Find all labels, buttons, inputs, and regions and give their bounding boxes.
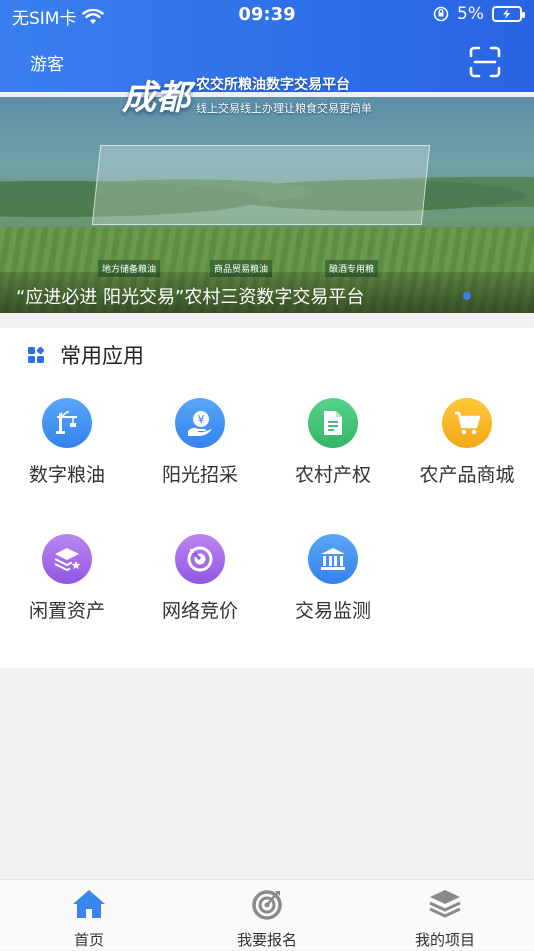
crane-icon [42, 398, 92, 448]
bottom-tab-bar: 首页 我要报名 我的项目 [0, 879, 534, 950]
app-label: 阳光招采 [161, 464, 238, 486]
tab-label: 首页 [73, 931, 104, 949]
banner-city: 成都 [122, 78, 190, 118]
tab-label: 我要报名 [236, 931, 297, 949]
grid-icon [28, 347, 44, 363]
battery-percent: 5% [457, 4, 484, 24]
app-sunshine-procurement[interactable]: ¥ 阳光招采 [133, 398, 267, 487]
banner-subtitle: 农交所粮油数字交易平台 [196, 77, 350, 93]
target-icon [252, 890, 282, 920]
app-label: 闲置资产 [28, 600, 105, 622]
banner-tagline: 线上交易线上办理让粮食交易更简单 [196, 102, 372, 115]
tab-label: 我的项目 [414, 931, 475, 949]
scan-icon[interactable] [469, 46, 501, 78]
battery-icon [492, 6, 525, 22]
tab-signup[interactable]: 我要报名 [178, 880, 356, 951]
tab-my-projects[interactable]: 我的项目 [356, 880, 534, 951]
banner-panel [91, 145, 431, 225]
app-rural-property[interactable]: 农村产权 [266, 398, 400, 487]
section-title: 常用应用 [60, 344, 144, 368]
carousel-indicator[interactable] [463, 292, 471, 300]
app-label: 农产品商城 [419, 464, 515, 486]
app-online-bidding[interactable]: 网络竞价 [133, 534, 267, 623]
app-label: 交易监测 [294, 600, 371, 622]
document-icon [308, 398, 358, 448]
app-label: 数字粮油 [28, 464, 105, 486]
status-right: 5% [433, 4, 525, 24]
money-hand-icon: ¥ [175, 398, 225, 448]
layers-star-icon [42, 534, 92, 584]
status-bar: 无SIM卡 09:39 5% [0, 0, 534, 30]
app-trade-monitoring[interactable]: 交易监测 [266, 534, 400, 623]
app-label: 网络竞价 [161, 600, 238, 622]
tab-home[interactable]: 首页 [0, 880, 178, 951]
common-apps-section: 常用应用 数字粮油 ¥ 阳光招采 农村产权 农产品商城 闲置资产 网络竞价 交易… [0, 328, 534, 668]
layers-icon [429, 890, 461, 918]
app-digital-grain[interactable]: 数字粮油 [0, 398, 134, 487]
cart-icon [442, 398, 492, 448]
target-icon [175, 534, 225, 584]
home-icon [73, 890, 105, 918]
app-idle-assets[interactable]: 闲置资产 [0, 534, 134, 623]
app-farm-mall[interactable]: 农产品商城 [400, 398, 534, 487]
svg-text:¥: ¥ [198, 413, 205, 426]
guest-login-link[interactable]: 游客 [30, 50, 64, 75]
bank-icon [308, 534, 358, 584]
app-label: 农村产权 [294, 464, 371, 486]
rotation-lock-icon [433, 6, 449, 22]
banner-caption: “应进必进 阳光交易”农村三资数字交易平台 [16, 287, 365, 308]
